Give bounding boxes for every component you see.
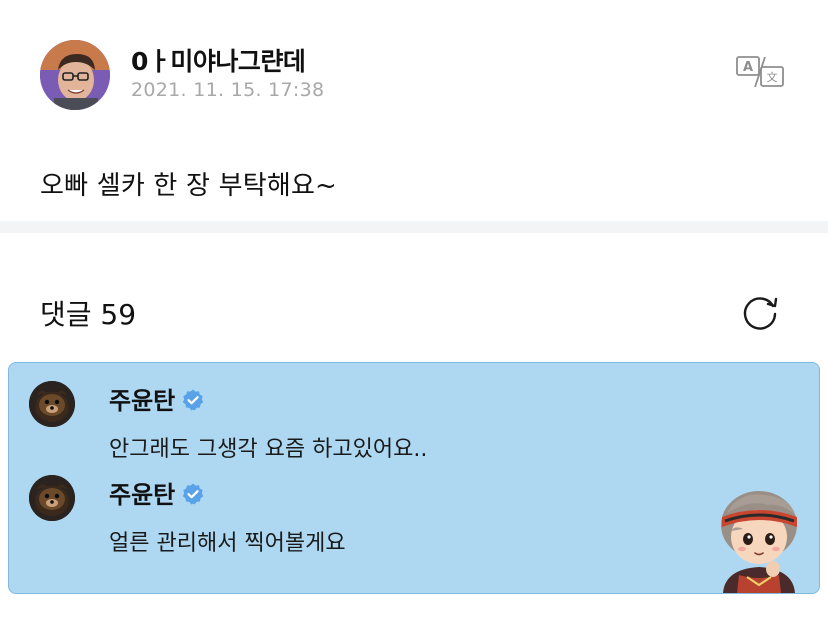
post-timestamp: 2021. 11. 15. 17:38 (131, 79, 325, 101)
commenter-name[interactable]: 주윤탄 (109, 481, 175, 509)
commenter-avatar[interactable] (29, 475, 75, 521)
post-body-text: 오빠 셀카 한 장 부탁해요~ (40, 171, 338, 201)
refresh-icon (743, 297, 778, 330)
post-header: 0ㅏ미야나그랸데 2021. 11. 15. 17:38 A 文 (0, 0, 828, 130)
author-avatar[interactable] (40, 40, 110, 110)
verified-badge-icon (183, 483, 204, 505)
svg-text:A: A (743, 60, 753, 75)
svg-text:文: 文 (767, 70, 778, 84)
commenter-name-row: 주윤탄 (109, 381, 205, 416)
comment-item: 주윤탄 얼른 관리해서 찍어볼게요 (29, 475, 729, 565)
post-author-name[interactable]: 0ㅏ미야나그랸데 (131, 42, 306, 78)
comments-count-label: 댓글 59 (40, 298, 137, 331)
translate-icon: A 文 (736, 56, 784, 88)
section-divider (0, 221, 828, 233)
refresh-button[interactable] (740, 292, 780, 332)
translate-button[interactable]: A 文 (734, 54, 786, 90)
verified-badge-icon (183, 389, 204, 411)
comment-item: 주윤탄 안그래도 그생각 요즘 하고있어요.. (29, 381, 729, 471)
commenter-name[interactable]: 주윤탄 (109, 387, 175, 415)
comment-text: 안그래도 그생각 요즘 하고있어요.. (109, 437, 428, 462)
commenter-name-row: 주윤탄 (109, 475, 205, 510)
comment-text: 얼른 관리해서 찍어볼게요 (109, 531, 346, 556)
character-sticker (709, 489, 809, 593)
commenter-avatar[interactable] (29, 381, 75, 427)
artist-comment-thread: 주윤탄 안그래도 그생각 요즘 하고있어요.. 주윤탄 얼른 관리해서 찍어볼게… (8, 362, 820, 594)
